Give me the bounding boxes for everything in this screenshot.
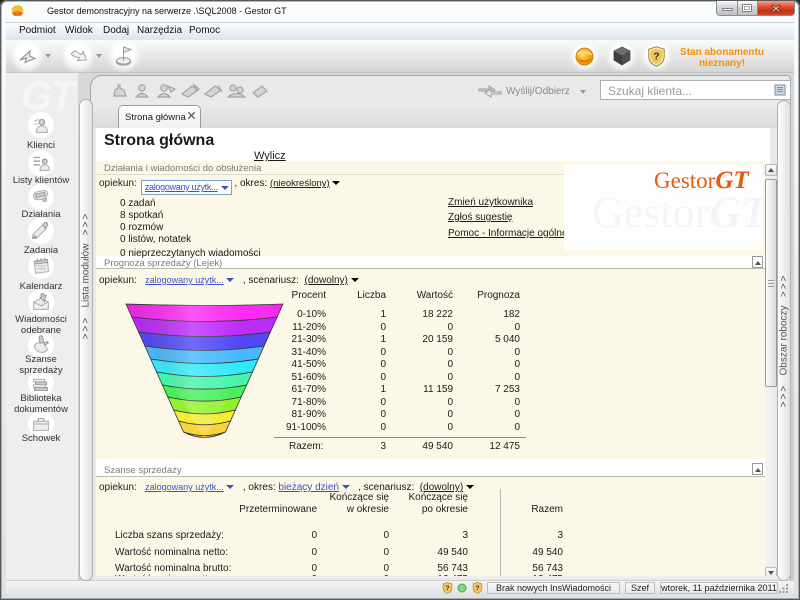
svg-text:?: ? (475, 585, 479, 592)
svg-text:?: ? (445, 585, 449, 592)
svg-text:?: ? (653, 51, 659, 63)
